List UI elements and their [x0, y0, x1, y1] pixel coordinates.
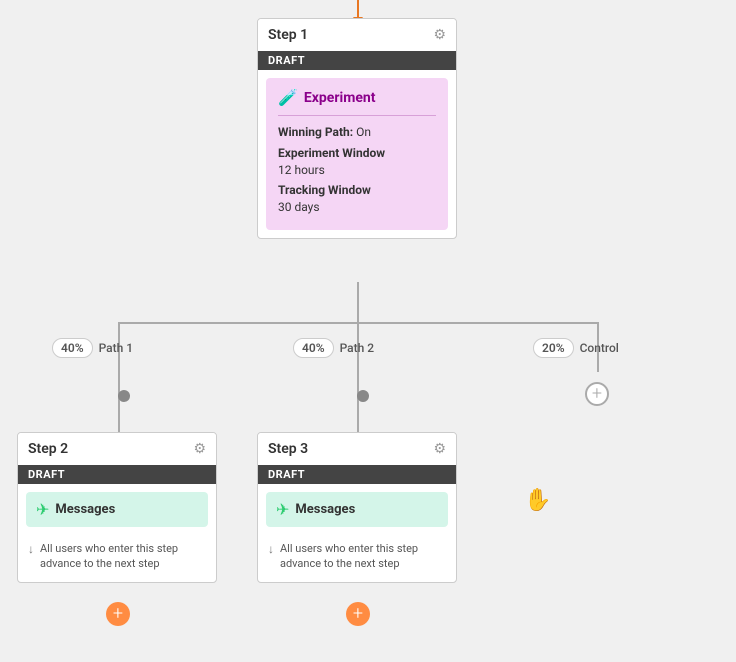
tracking-window-value: 30 days: [278, 200, 320, 214]
winning-path-label: Winning Path:: [278, 125, 353, 139]
top-arrow: [357, 0, 359, 18]
step2-info-icon: ↓: [28, 542, 34, 556]
step2-card: Step 2 ⚙ DRAFT ✈ Messages ↓ All users wh…: [17, 432, 217, 583]
path2-name: Path 2: [340, 341, 375, 355]
step2-gear-icon[interactable]: ⚙: [193, 441, 206, 457]
experiment-window-label: Experiment Window: [278, 146, 385, 160]
step2-info: ↓ All users who enter this step advance …: [18, 535, 216, 582]
experiment-title: 🧪 Experiment: [278, 88, 436, 116]
step3-card: Step 3 ⚙ DRAFT ✈ Messages ↓ All users wh…: [257, 432, 457, 583]
step3-header: Step 3 ⚙: [258, 433, 456, 465]
path2-percent: 40%: [293, 338, 334, 358]
step2-messages-box: ✈ Messages: [26, 492, 208, 527]
hand-cursor-indicator: ✋: [524, 488, 551, 513]
step2-messages-label: Messages: [55, 502, 115, 517]
step3-plus-button[interactable]: +: [346, 602, 370, 626]
step3-info-text: All users who enter this step advance to…: [280, 541, 446, 572]
step2-header: Step 2 ⚙: [18, 433, 216, 465]
control-label: 20% Control: [533, 338, 619, 358]
control-percent: 20%: [533, 338, 574, 358]
step2-title: Step 2: [28, 441, 68, 457]
step3-messages-icon: ✈: [276, 500, 289, 519]
flask-icon: 🧪: [278, 88, 298, 107]
step1-gear-icon[interactable]: ⚙: [433, 27, 446, 43]
step3-messages-label: Messages: [295, 502, 355, 517]
step3-info: ↓ All users who enter this step advance …: [258, 535, 456, 582]
main-connector: [357, 282, 359, 322]
step1-draft-bar: DRAFT: [258, 51, 456, 70]
step2-plus-button[interactable]: +: [106, 602, 130, 626]
experiment-window: Experiment Window 12 hours: [278, 145, 436, 179]
step1-card: Step 1 ⚙ DRAFT 🧪 Experiment Winning Path…: [257, 18, 457, 239]
tracking-window: Tracking Window 30 days: [278, 182, 436, 216]
step2-draft-bar: DRAFT: [18, 465, 216, 484]
tracking-window-label: Tracking Window: [278, 183, 371, 197]
path1-label: 40% Path 1: [52, 338, 133, 358]
path1-name: Path 1: [99, 341, 134, 355]
control-name: Control: [580, 341, 619, 355]
winning-path-value: On: [356, 125, 371, 139]
step3-messages-box: ✈ Messages: [266, 492, 448, 527]
step3-title: Step 3: [268, 441, 308, 457]
canvas: Step 1 ⚙ DRAFT 🧪 Experiment Winning Path…: [0, 0, 736, 662]
winning-path: Winning Path: On: [278, 124, 436, 141]
experiment-window-value: 12 hours: [278, 163, 325, 177]
experiment-box: 🧪 Experiment Winning Path: On Experiment…: [266, 78, 448, 230]
step1-title: Step 1: [268, 27, 308, 43]
experiment-label: Experiment: [304, 90, 376, 106]
step1-header: Step 1 ⚙: [258, 19, 456, 51]
step3-gear-icon[interactable]: ⚙: [433, 441, 446, 457]
step2-messages-icon: ✈: [36, 500, 49, 519]
step3-draft-bar: DRAFT: [258, 465, 456, 484]
control-plus-button[interactable]: +: [585, 382, 609, 406]
path1-percent: 40%: [52, 338, 93, 358]
step3-info-icon: ↓: [268, 542, 274, 556]
path2-label: 40% Path 2: [293, 338, 374, 358]
step2-info-text: All users who enter this step advance to…: [40, 541, 206, 572]
